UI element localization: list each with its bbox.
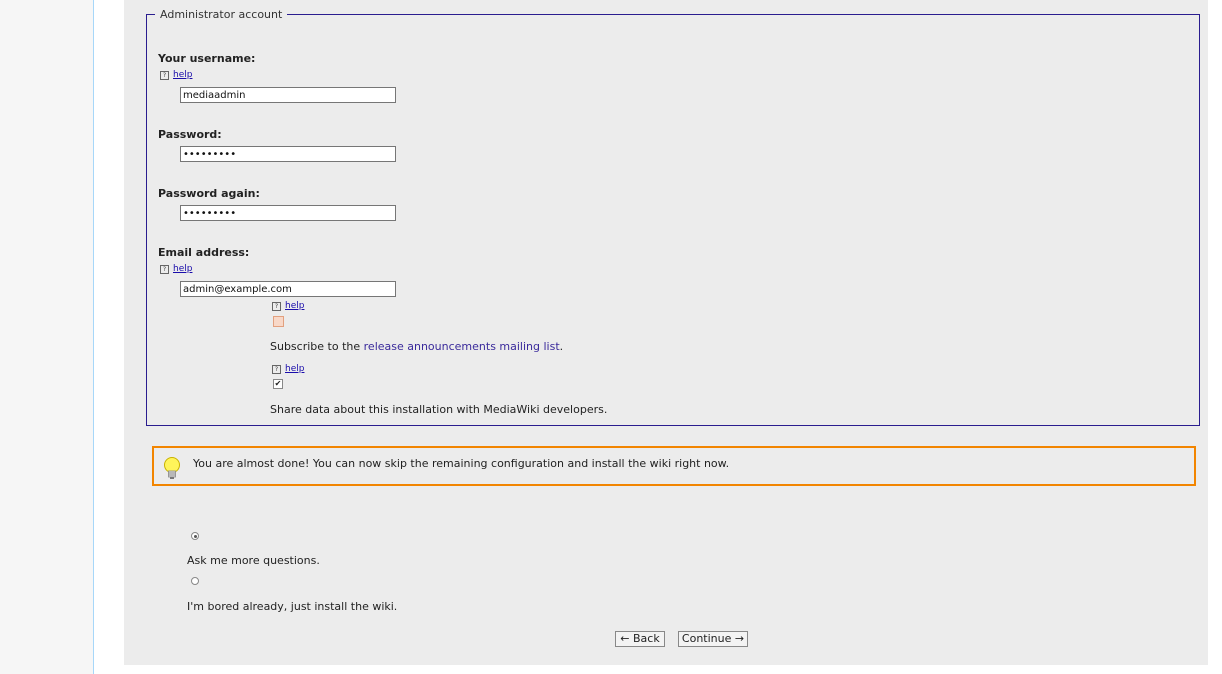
password-label: Password: bbox=[158, 128, 222, 141]
ask-more-radio[interactable] bbox=[191, 532, 199, 540]
continue-button[interactable]: Continue → bbox=[678, 631, 748, 647]
subscribe-help[interactable]: ? help bbox=[272, 301, 304, 311]
share-data-help[interactable]: ? help bbox=[272, 364, 304, 374]
almost-done-notice: You are almost done! You can now skip th… bbox=[152, 446, 1196, 486]
help-icon: ? bbox=[160, 70, 169, 80]
left-sidebar bbox=[0, 0, 94, 674]
username-help[interactable]: ? help bbox=[160, 70, 192, 80]
install-now-radio[interactable] bbox=[191, 577, 199, 585]
email-input[interactable] bbox=[180, 281, 396, 297]
username-label: Your username: bbox=[158, 52, 256, 65]
username-help-link[interactable]: help bbox=[173, 70, 192, 80]
installer-content: Administrator account Your username: ? h… bbox=[124, 0, 1208, 665]
lightbulb-icon bbox=[164, 457, 180, 479]
help-icon: ? bbox=[160, 264, 169, 274]
subscribe-text: Subscribe to the release announcements m… bbox=[270, 340, 563, 353]
help-icon: ? bbox=[272, 301, 281, 311]
email-label: Email address: bbox=[158, 246, 250, 259]
back-button[interactable]: ← Back bbox=[615, 631, 665, 647]
password-input[interactable] bbox=[180, 146, 396, 162]
share-data-checkbox[interactable]: ✔ bbox=[273, 379, 283, 389]
password-again-input[interactable] bbox=[180, 205, 396, 221]
subscribe-text-after: . bbox=[559, 340, 564, 353]
ask-more-label: Ask me more questions. bbox=[187, 554, 320, 567]
checkmark-icon: ✔ bbox=[274, 379, 282, 388]
password-again-label: Password again: bbox=[158, 187, 260, 200]
subscribe-text-before: Subscribe to the bbox=[270, 340, 364, 353]
username-input[interactable] bbox=[180, 87, 396, 103]
mailing-list-link[interactable]: release announcements mailing list bbox=[364, 340, 560, 353]
notice-message: You are almost done! You can now skip th… bbox=[193, 457, 730, 470]
install-now-label: I'm bored already, just install the wiki… bbox=[187, 600, 398, 613]
email-help-link[interactable]: help bbox=[173, 264, 192, 274]
help-icon: ? bbox=[272, 364, 281, 374]
share-data-help-link[interactable]: help bbox=[285, 364, 304, 374]
subscribe-help-link[interactable]: help bbox=[285, 301, 304, 311]
share-data-text: Share data about this installation with … bbox=[270, 403, 608, 416]
fieldset-legend: Administrator account bbox=[160, 8, 283, 21]
subscribe-checkbox[interactable] bbox=[273, 316, 284, 327]
email-help[interactable]: ? help bbox=[160, 264, 192, 274]
